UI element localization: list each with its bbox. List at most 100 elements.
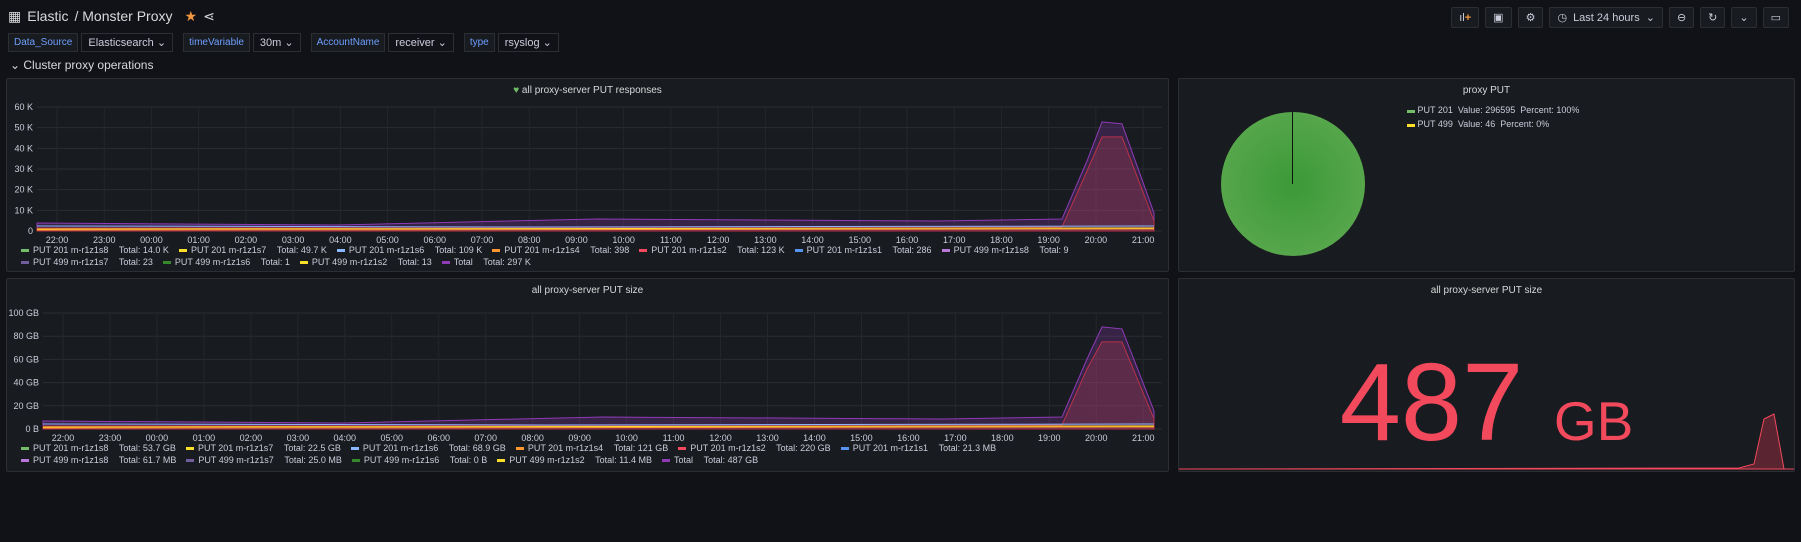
share-icon[interactable]: ⋖ xyxy=(203,8,215,25)
y-tick: 0 B xyxy=(25,424,39,434)
legend-total: Total: 286 xyxy=(892,245,932,255)
breadcrumb-dashboard[interactable]: / Monster Proxy xyxy=(74,8,172,24)
legend-swatch xyxy=(162,260,171,264)
stat-sparkline xyxy=(1179,413,1794,470)
legend-total: Total: 22.5 GB xyxy=(283,443,341,453)
variable-select[interactable]: rsyslog ⌄ xyxy=(497,33,559,52)
legend-item[interactable]: PUT 499 m-r1z1s8 Total: 61.7 MB xyxy=(21,455,176,465)
x-tick: 23:00 xyxy=(93,235,116,245)
time-picker[interactable]: ◷ Last 24 hours ⌄ xyxy=(1549,7,1663,28)
tv-mode-button[interactable]: ▭ xyxy=(1762,7,1789,28)
variable-value: rsyslog xyxy=(504,36,540,49)
legend-item[interactable]: PUT 201 m-r1z1s6 Total: 68.9 GB xyxy=(350,443,506,453)
legend-swatch xyxy=(492,248,501,252)
zoom-out-button[interactable]: ⊖ xyxy=(1668,7,1695,28)
x-tick: 04:00 xyxy=(334,433,357,443)
legend-item[interactable]: PUT 201 m-r1z1s8 Total: 14.0 K xyxy=(21,245,169,255)
apps-icon[interactable]: ▦ xyxy=(8,8,21,25)
legend-item[interactable]: PUT 499 m-r1z1s7 Total: 25.0 MB xyxy=(186,455,342,465)
legend-item[interactable]: Total Total: 297 K xyxy=(441,257,531,267)
y-tick: 0 xyxy=(28,226,33,236)
x-tick: 09:00 xyxy=(565,235,588,245)
legend-swatch xyxy=(497,458,506,462)
legend-name: PUT 201 m-r1z1s1 xyxy=(852,443,929,453)
x-tick: 23:00 xyxy=(99,433,122,443)
y-tick: 100 GB xyxy=(8,308,39,318)
legend-swatch xyxy=(351,458,360,462)
breadcrumb-org[interactable]: Elastic xyxy=(27,8,68,24)
legend-item[interactable]: PUT 499 m-r1z1s6 Total: 1 xyxy=(162,257,290,267)
legend-name: Total xyxy=(674,455,694,465)
legend-name: PUT 201 m-r1z1s7 xyxy=(197,443,274,453)
add-panel-icon: ıl+ xyxy=(1459,11,1472,24)
legend-swatch xyxy=(639,248,648,252)
legend-name: PUT 201 xyxy=(1417,105,1453,115)
legend-item[interactable]: PUT 201 m-r1z1s1 Total: 21.3 MB xyxy=(840,443,996,453)
legend-swatch xyxy=(299,260,308,264)
legend-item[interactable]: PUT 499 m-r1z1s2 Total: 11.4 MB xyxy=(497,455,652,465)
legend-item[interactable]: PUT 499 m-r1z1s7 Total: 23 xyxy=(21,257,153,267)
legend-name: PUT 201 m-r1z1s6 xyxy=(348,245,425,255)
chevron-down-icon: ⌄ xyxy=(1645,12,1655,24)
refresh-button[interactable]: ↻ xyxy=(1700,7,1726,28)
y-tick: 40 GB xyxy=(13,378,39,388)
x-tick: 10:00 xyxy=(615,433,638,443)
series-total xyxy=(42,326,1155,430)
legend-item[interactable]: PUT 201 m-r1z1s8 Total: 53.7 GB xyxy=(21,443,176,453)
legend-item[interactable]: Total Total: 487 GB xyxy=(662,455,758,465)
legend-item[interactable]: PUT 201 m-r1z1s4 Total: 121 GB xyxy=(515,443,668,453)
x-tick: 18:00 xyxy=(990,235,1013,245)
legend-swatch xyxy=(21,458,29,462)
legend-swatch xyxy=(678,446,687,450)
legend-item[interactable]: PUT 201 m-r1z1s1 Total: 286 xyxy=(794,245,932,255)
legend-value: Value: 46 xyxy=(1457,119,1496,129)
variable-select[interactable]: receiver ⌄ xyxy=(388,33,454,52)
pie-slice-put-201[interactable] xyxy=(1221,112,1365,256)
x-tick: 16:00 xyxy=(896,235,919,245)
legend: PUT 201 m-r1z1s8 Total: 14.0 K PUT 201 m-… xyxy=(21,245,1158,267)
x-tick: 04:00 xyxy=(329,235,352,245)
legend-swatch xyxy=(21,248,29,252)
x-tick: 20:00 xyxy=(1085,235,1108,245)
variable-select[interactable]: Elasticsearch ⌄ xyxy=(81,33,174,52)
refresh-interval-button[interactable]: ⌄ xyxy=(1731,7,1757,28)
pie-legend-item[interactable]: PUT 201 Value: 296595 Percent: 100% xyxy=(1407,103,1579,117)
save-button[interactable]: ▣ xyxy=(1485,7,1512,28)
settings-button[interactable]: ⚙ xyxy=(1517,7,1544,28)
legend-item[interactable]: PUT 499 m-r1z1s2 Total: 13 xyxy=(299,257,432,267)
y-tick: 20 K xyxy=(14,185,33,195)
y-tick: 40 K xyxy=(14,143,33,153)
x-tick: 09:00 xyxy=(568,433,591,443)
legend-item[interactable]: PUT 499 m-r1z1s6 Total: 0 B xyxy=(351,455,487,465)
x-tick: 06:00 xyxy=(427,433,450,443)
legend-name: Total xyxy=(453,257,473,267)
legend-name: PUT 499 m-r1z1s8 xyxy=(953,245,1029,255)
y-tick: 50 K xyxy=(14,123,33,133)
x-tick: 11:00 xyxy=(663,433,685,443)
legend-item[interactable]: PUT 201 m-r1z1s2 Total: 220 GB xyxy=(678,443,831,453)
graph-put-size: 100 GB 80 GB 60 GB 40 GB 20 GB 0 B 22:00 23:00 0… xyxy=(8,308,1162,443)
x-tick: 01:00 xyxy=(193,433,216,443)
heart-icon: ♥ xyxy=(513,85,520,96)
legend-total: Total: 61.7 MB xyxy=(118,455,177,465)
legend-swatch xyxy=(350,446,359,450)
add-panel-button[interactable]: ıl+ xyxy=(1451,7,1480,28)
variable-label: AccountName xyxy=(310,33,386,52)
legend-item[interactable]: PUT 201 m-r1z1s7 Total: 22.5 GB xyxy=(185,443,341,453)
legend-item[interactable]: PUT 201 m-r1z1s7 Total: 49.7 K xyxy=(178,245,327,255)
variable-select[interactable]: 30m ⌄ xyxy=(252,33,301,52)
x-tick: 08:00 xyxy=(521,433,544,443)
row-cluster-proxy-operations[interactable]: ⌄ Cluster proxy operations xyxy=(10,58,153,72)
star-icon[interactable]: ★ xyxy=(185,8,198,25)
legend-total: Total: 9 xyxy=(1039,245,1069,255)
legend-item[interactable]: PUT 201 m-r1z1s4 Total: 398 xyxy=(492,245,629,255)
variables-bar: Data_Source Elasticsearch ⌄ timeVariable 30… xyxy=(8,33,569,52)
legend-item[interactable]: PUT 201 m-r1z1s2 Total: 123 K xyxy=(639,245,785,255)
legend-item[interactable]: PUT 201 m-r1z1s6 Total: 109 K xyxy=(336,245,482,255)
x-tick: 22:00 xyxy=(46,235,69,245)
pie-legend-item[interactable]: PUT 499 Value: 46 Percent: 0% xyxy=(1407,117,1579,131)
series-put-201-s2 xyxy=(36,136,1155,232)
chevron-down-icon: ⌄ xyxy=(542,37,552,49)
legend-item[interactable]: PUT 499 m-r1z1s8 Total: 9 xyxy=(941,245,1069,255)
legend-name: PUT 499 m-r1z1s6 xyxy=(363,455,440,465)
